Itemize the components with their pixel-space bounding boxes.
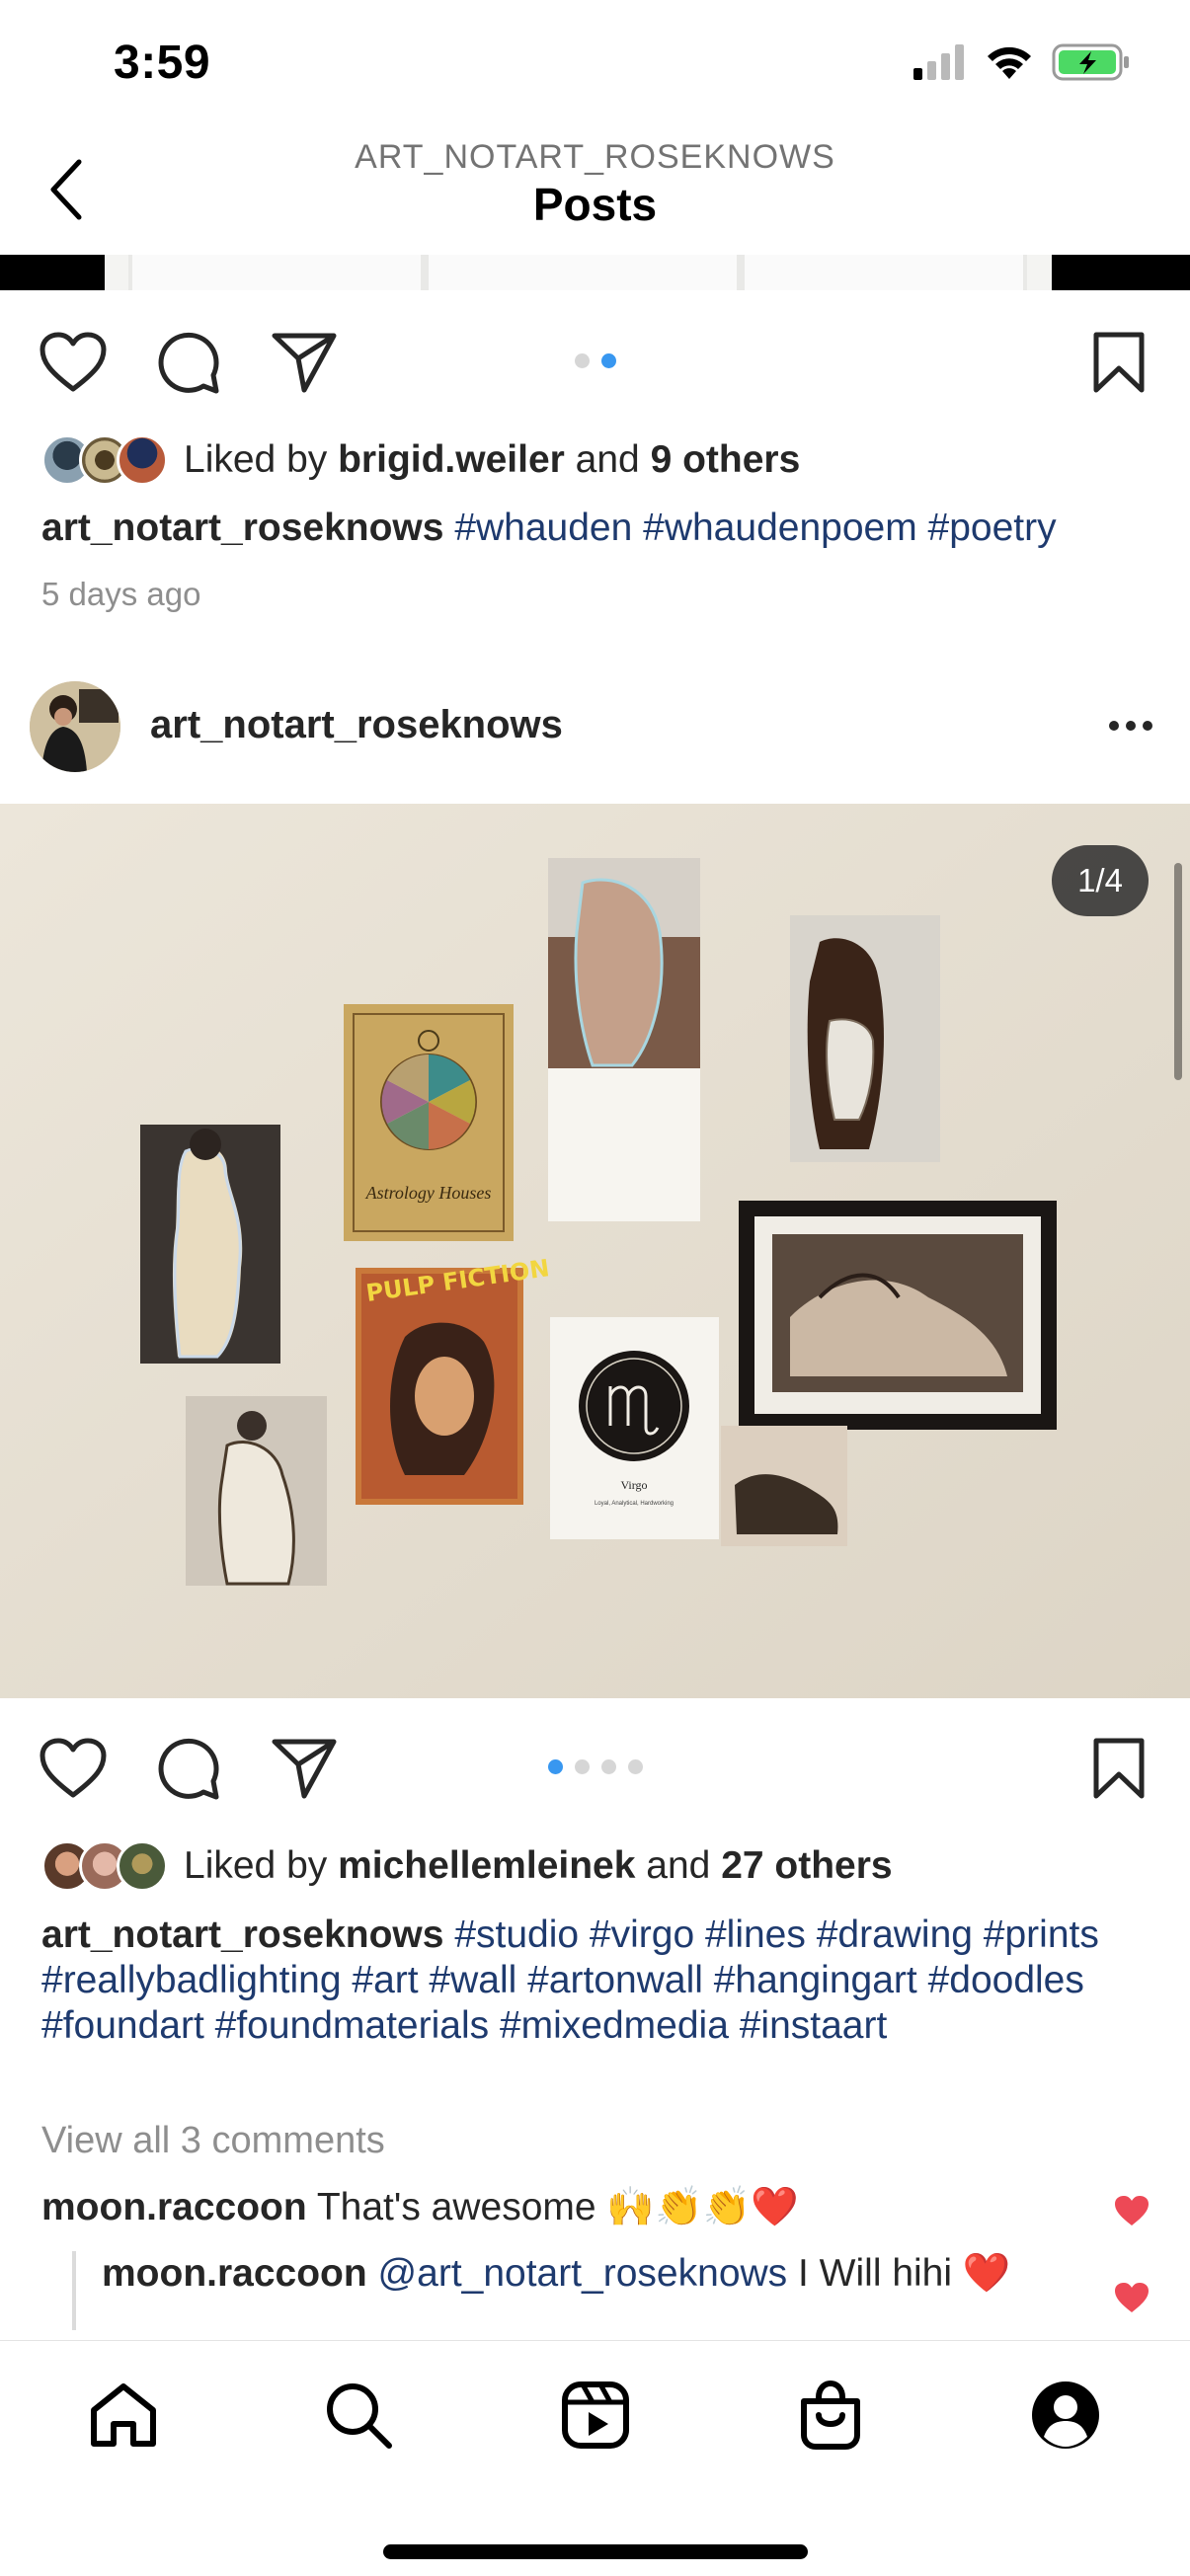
search-icon: [327, 2383, 392, 2449]
image-tile: [741, 255, 1027, 290]
tab-profile[interactable]: [1021, 2371, 1110, 2459]
figure-print: [790, 915, 940, 1162]
post-header: art_notart_roseknows: [0, 671, 1190, 780]
liker-avatars: [41, 1840, 168, 1892]
page-title: Posts: [532, 179, 658, 230]
status-time: 3:59: [114, 37, 211, 89]
virgo-print: Virgo Loyal, Analytical, Hardworking: [550, 1317, 719, 1539]
comment-like-heart-icon[interactable]: [1113, 2281, 1150, 2314]
comment-text: That's awesome 🙌👏👏❤️: [316, 2186, 799, 2228]
caption-hashtags[interactable]: #whauden #whaudenpoem #poetry: [454, 507, 1056, 549]
previous-post-image[interactable]: [0, 255, 1190, 290]
comment-reply: moon.raccoon @art_notart_roseknows I Wil…: [102, 2251, 1050, 2297]
comment-username[interactable]: moon.raccoon: [41, 2186, 307, 2228]
likes-summary[interactable]: Liked by michellemleinek and 27 others: [41, 1836, 893, 1896]
battery-charging-icon: [1052, 43, 1129, 81]
liker-avatars: [41, 434, 168, 486]
carousel-dot: [574, 1759, 590, 1774]
comment-text: I Will hihi ❤️: [798, 2252, 1011, 2295]
header-username: ART_NOTART_ROSEKNOWS: [355, 138, 835, 176]
more-options-button[interactable]: [1101, 701, 1160, 750]
avatar[interactable]: [30, 681, 120, 772]
page-header: ART_NOTART_ROSEKNOWS Posts: [0, 128, 1190, 257]
liked-by-prefix: Liked by: [184, 438, 339, 481]
profile-icon: [1032, 2381, 1099, 2449]
liked-by-prefix: Liked by: [184, 1844, 339, 1887]
image-tile: [425, 255, 741, 290]
image-counter: 1/4: [1052, 845, 1149, 916]
cellular-signal-icon: [913, 44, 964, 80]
image-edge: [0, 255, 105, 290]
image-edge: [1052, 255, 1190, 290]
bookmark-icon: [1093, 332, 1145, 393]
reply-thread-line: [72, 2251, 76, 2330]
comment: moon.raccoon That's awesome 🙌👏👏❤️: [41, 2184, 799, 2229]
liked-by-user[interactable]: brigid.weiler: [338, 438, 565, 482]
figure-print: [140, 1125, 280, 1364]
avatar-photo: [30, 681, 120, 772]
astrology-poster-title: Astrology Houses: [365, 1183, 492, 1203]
bottom-tab-bar: [0, 2340, 1190, 2576]
bookmark-icon: [1093, 1738, 1145, 1799]
carousel-dot: [600, 1759, 616, 1774]
carousel-dot-active: [600, 353, 616, 368]
scroll-indicator[interactable]: [1174, 863, 1182, 1080]
carousel-dots: [0, 353, 1190, 368]
post-timestamp: 5 days ago: [41, 576, 201, 612]
liked-by-others[interactable]: 9 others: [651, 438, 801, 482]
image-tile: [128, 255, 425, 290]
post-actions: [0, 1718, 1190, 1817]
virgo-title: Virgo: [620, 1478, 647, 1492]
reels-icon: [562, 2381, 629, 2449]
post-caption: art_notart_roseknows #whauden #whaudenpo…: [41, 506, 1157, 551]
status-icons: [913, 43, 1131, 81]
comment-username[interactable]: moon.raccoon: [102, 2252, 367, 2295]
comment-mention[interactable]: @art_notart_roseknows: [378, 2252, 788, 2295]
save-button[interactable]: [1083, 327, 1154, 398]
comment-like-heart-icon[interactable]: [1113, 2194, 1150, 2227]
carousel-dots: [0, 1759, 1190, 1774]
figure-print: [548, 858, 700, 1221]
avatar: [117, 1840, 168, 1892]
tab-search[interactable]: [314, 2371, 403, 2459]
home-icon: [91, 2383, 156, 2447]
carousel-dot-active: [547, 1759, 563, 1774]
home-indicator[interactable]: [383, 2544, 808, 2559]
save-button[interactable]: [1083, 1733, 1154, 1804]
post-username[interactable]: art_notart_roseknows: [150, 703, 563, 747]
view-all-comments-link[interactable]: View all 3 comments: [41, 2120, 385, 2162]
figure-print: [186, 1396, 327, 1586]
astrology-poster: Astrology Houses: [344, 1004, 514, 1241]
carousel-dot: [574, 353, 590, 368]
carousel-dot: [627, 1759, 643, 1774]
tab-home[interactable]: [79, 2371, 168, 2459]
ellipsis-icon: [1109, 721, 1152, 731]
post-photo[interactable]: Astrology Houses PULP FICTION Virgo Loya…: [0, 804, 1190, 1698]
virgo-subtitle: Loyal, Analytical, Hardworking: [595, 1501, 674, 1507]
liked-by-others[interactable]: 27 others: [721, 1844, 892, 1888]
likes-summary[interactable]: Liked by brigid.weiler and 9 others: [41, 430, 800, 490]
caption-username[interactable]: art_notart_roseknows: [41, 1913, 443, 1956]
caption-username[interactable]: art_notart_roseknows: [41, 507, 443, 549]
shop-icon: [801, 2380, 860, 2450]
wall-art-photo: Astrology Houses PULP FICTION Virgo Loya…: [0, 804, 1190, 1698]
liked-by-and: and: [635, 1844, 722, 1887]
small-sketch: [721, 1426, 847, 1546]
liked-by-user[interactable]: michellemleinek: [338, 1844, 635, 1888]
liked-by-and: and: [564, 438, 651, 481]
wifi-icon: [988, 46, 1031, 79]
tab-shop[interactable]: [786, 2371, 875, 2459]
tab-reels[interactable]: [551, 2371, 640, 2459]
avatar: [117, 434, 168, 486]
post-actions: [0, 312, 1190, 411]
framed-drawing: [739, 1201, 1057, 1430]
status-bar: 3:59: [0, 0, 1190, 128]
pulp-fiction-poster: PULP FICTION: [356, 1254, 551, 1505]
post-caption: art_notart_roseknows #studio #virgo #lin…: [41, 1912, 1157, 2049]
